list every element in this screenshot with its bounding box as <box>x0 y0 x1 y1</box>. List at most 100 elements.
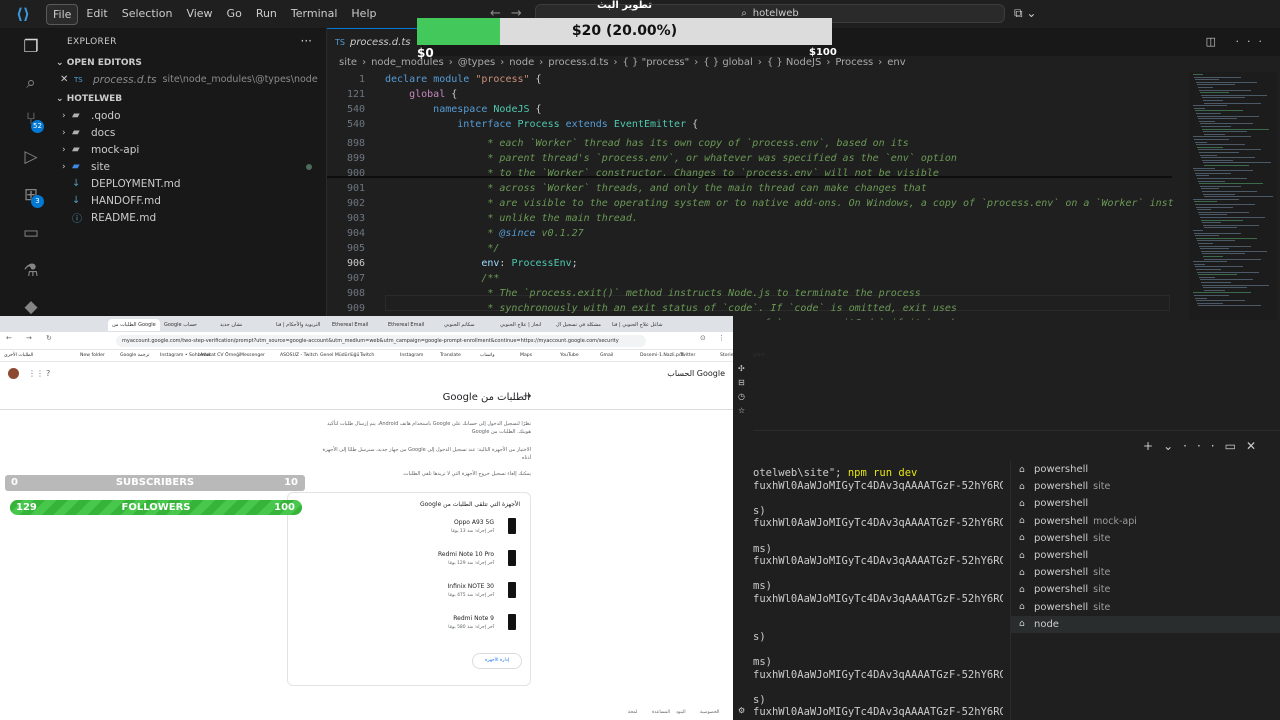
terminal-session-item[interactable]: ⌂ powershell site <box>1011 581 1280 598</box>
settings-gear-icon[interactable]: ⚙ <box>738 706 745 715</box>
testing-icon[interactable]: ⚗ <box>20 260 42 282</box>
bookmark-icon[interactable]: ⊟ <box>738 378 745 387</box>
menu-run[interactable]: Run <box>250 4 283 25</box>
tree-item-mock-api[interactable]: › ▰ mock-api <box>50 141 326 158</box>
menu-file[interactable]: File <box>46 3 79 25</box>
bookmark-item[interactable]: Maps <box>520 353 532 358</box>
maximize-panel-icon[interactable]: ▭ <box>1225 439 1246 453</box>
tree-item-readme-md[interactable]: ⓘ README.md <box>50 209 326 226</box>
browser-tab[interactable]: Ethereal Email <box>332 319 384 331</box>
extension-icon[interactable]: ✣ <box>738 364 745 373</box>
open-editor-item[interactable]: ✕ TS process.d.ts site\node_modules\@typ… <box>50 71 326 88</box>
browser-tab[interactable]: انجاز | علاج الجنوبي <box>500 319 552 331</box>
breadcrumb-item[interactable]: env <box>887 57 905 71</box>
reload-icon[interactable]: ↻ <box>46 334 52 342</box>
breadcrumb-item[interactable]: Process <box>835 57 873 71</box>
bookmark-item[interactable]: Twitch <box>360 353 374 358</box>
browser-tab[interactable]: Google حساب <box>164 319 216 331</box>
python-icon[interactable]: ◆ <box>20 296 42 318</box>
search-icon[interactable]: ⌕ <box>20 72 42 94</box>
device-item[interactable]: Oppo A93 5G آخر إجراء: منذ 13 يومًا <box>396 517 516 541</box>
open-editors-header[interactable]: ⌄ OPEN EDITORS <box>56 58 142 68</box>
menu-terminal[interactable]: Terminal <box>285 4 344 25</box>
bookmark-item[interactable]: Genel Müdürlüğü <box>320 353 359 358</box>
sticky-code-line[interactable]: 540 interface Process extends EventEmitt… <box>327 117 1187 132</box>
bookmark-item[interactable]: واتساب <box>480 353 495 358</box>
code-line[interactable]: 905 */ <box>327 241 1187 256</box>
code-line[interactable]: 901 * across `Worker` threads, and only … <box>327 181 1187 196</box>
footer-link[interactable]: لمحة <box>628 710 637 715</box>
bookmark-item[interactable]: ASOSUZ - Twitch <box>280 353 318 358</box>
footer-link[interactable]: الخصوصية <box>700 710 719 715</box>
bookmark-item[interactable]: Dosemi-1.Nazli.pdf <box>640 353 683 358</box>
help-icon[interactable]: ? <box>46 369 50 378</box>
browser-tab[interactable]: Ethereal Email <box>388 319 440 331</box>
code-line[interactable]: 909 * synchronously with an exit status … <box>327 301 1187 316</box>
bookmark-item[interactable]: Twitter <box>680 353 695 358</box>
device-item[interactable]: Infinix NOTE 30 آخر إجراء: منذ 475 يومًا <box>396 581 516 605</box>
menu-help[interactable]: Help <box>345 4 382 25</box>
bookmark-item[interactable]: Avukat CV Örneği <box>200 353 240 358</box>
manage-devices-button[interactable]: إدارة الأجهزة <box>472 653 522 669</box>
apps-grid-icon[interactable]: ⋮⋮ <box>28 369 44 378</box>
code-line[interactable]: 900 * to the `Worker` constructor. Chang… <box>327 166 1187 181</box>
code-line[interactable]: 899 * parent thread's `process.env`, or … <box>327 151 1187 166</box>
close-panel-icon[interactable]: ✕ <box>1246 439 1266 453</box>
terminal-session-item[interactable]: ⌂ powershell site <box>1011 530 1280 547</box>
more-actions-icon[interactable]: ··· <box>301 34 312 48</box>
more-actions-icon[interactable]: ··· <box>1183 439 1224 453</box>
code-line[interactable]: 898 * each `Worker` thread has its own c… <box>327 136 1187 151</box>
menu-view[interactable]: View <box>180 4 218 25</box>
history-icon[interactable]: ◷ <box>738 392 745 401</box>
bookmark-item[interactable]: Messenger <box>240 353 265 358</box>
tree-item--qodo[interactable]: › ▰ .qodo <box>50 107 326 124</box>
menu-edit[interactable]: Edit <box>80 4 113 25</box>
tree-item-handoff-md[interactable]: ↓ HANDOFF.md <box>50 192 326 209</box>
star-icon[interactable]: ☆ <box>738 406 745 415</box>
close-icon[interactable]: ✕ <box>60 74 74 85</box>
run-debug-icon[interactable]: ▷ <box>20 146 42 168</box>
code-line[interactable]: 908 * The `process.exit()` method instru… <box>327 286 1187 301</box>
menu-selection[interactable]: Selection <box>116 4 179 25</box>
sticky-code-line[interactable]: 1 declare module "process" { <box>327 72 1187 87</box>
terminal-session-item[interactable]: ⌂ node <box>1011 615 1280 633</box>
code-line[interactable]: 907 /** <box>327 271 1187 286</box>
tree-item-deployment-md[interactable]: ↓ DEPLOYMENT.md <box>50 175 326 192</box>
remote-explorer-icon[interactable]: ▭ <box>20 222 42 244</box>
bookmark-item[interactable]: Google ترجمة <box>120 353 149 358</box>
copilot-icon[interactable]: ⧉ ⌄ <box>1014 6 1036 21</box>
code-line[interactable]: 904 * @since v0.1.27 <box>327 226 1187 241</box>
code-line[interactable]: 903 * unlike the main thread. <box>327 211 1187 226</box>
browser-tab[interactable]: التربوية والأحكام | قنا <box>276 319 328 331</box>
code-view[interactable]: 1 declare module "process" {121 global { 5… <box>327 72 1187 344</box>
browser-tab[interactable]: الطلبات من Google <box>108 319 160 331</box>
tab-process-d-ts[interactable]: TS process.d.ts ✕ <box>327 28 428 56</box>
browser-tab[interactable]: مشكلة في تسجيل ال <box>556 319 608 331</box>
bookmark-item[interactable]: Instagram <box>400 353 423 358</box>
bookmark-item[interactable]: New folder <box>80 353 105 358</box>
browser-tab[interactable]: سكاتم الجنوبي <box>444 319 496 331</box>
split-editor-icon[interactable]: ◫ ··· <box>1206 35 1270 48</box>
bookmark-item[interactable]: Gmail <box>600 353 613 358</box>
profile-icon[interactable]: ⊙ <box>700 334 706 342</box>
device-item[interactable]: Redmi Note 9 آخر إجراء: منذ 580 يومًا <box>396 613 516 637</box>
code-line[interactable]: 902 * are visible to the operating syste… <box>327 196 1187 211</box>
project-header[interactable]: ⌄ HOTELWEB <box>56 94 122 104</box>
terminal-session-item[interactable]: ⌂ powershell <box>1011 547 1280 564</box>
terminal-actions[interactable]: +⌄···▭✕ <box>1143 439 1266 453</box>
terminal-output[interactable]: otelweb\site"; npm run dev fuxhWl0AaWJoMI… <box>753 466 1003 720</box>
explorer-icon[interactable]: ❐ <box>20 36 42 58</box>
back-arrow-icon[interactable]: ← <box>6 334 12 342</box>
breadcrumb-item[interactable]: site <box>339 57 357 71</box>
bookmark-item[interactable]: الطلبات الأخرى <box>4 353 33 358</box>
tree-item-docs[interactable]: › ▰ docs <box>50 124 326 141</box>
avatar[interactable] <box>8 368 19 379</box>
terminal-session-item[interactable]: ⌂ powershell site <box>1011 599 1280 616</box>
sticky-code-line[interactable]: 121 global { <box>327 87 1187 102</box>
address-bar[interactable]: myaccount.google.com/two-step-verificati… <box>116 335 646 347</box>
footer-link[interactable]: البنود <box>676 710 686 715</box>
terminal-session-item[interactable]: ⌂ powershell mock-api <box>1011 513 1280 530</box>
menu-icon[interactable]: ⋮ <box>718 334 725 342</box>
bookmark-item[interactable]: YouTube <box>560 353 579 358</box>
new-terminal-icon[interactable]: +⌄ <box>1143 439 1183 453</box>
